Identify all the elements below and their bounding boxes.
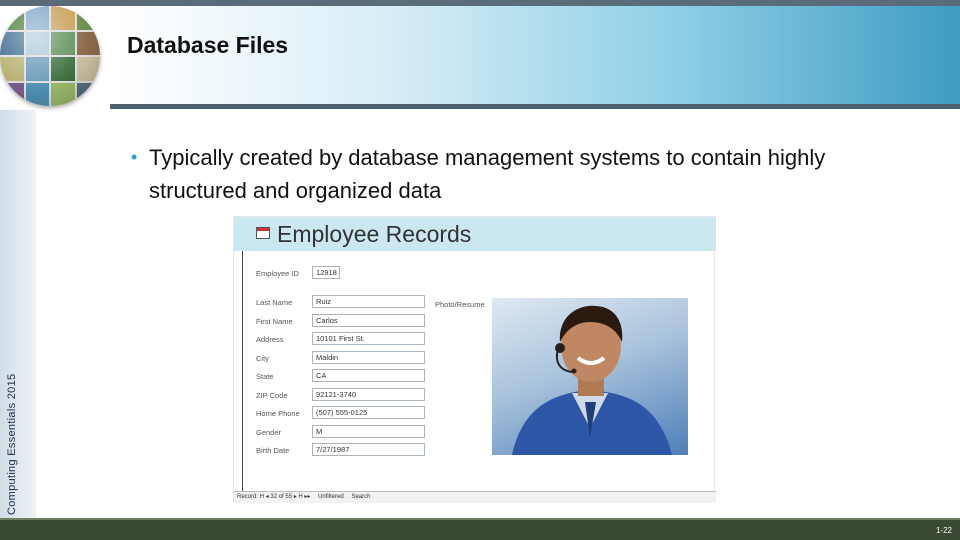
header-rule	[110, 104, 960, 109]
employee-id-field[interactable]: 12918	[312, 266, 340, 279]
form-header: Employee Records	[234, 217, 716, 251]
zip-code-field[interactable]: 92121-3740	[312, 388, 425, 401]
photo-resume-label: Photo/Resume	[435, 300, 485, 309]
form-left-rule	[242, 251, 243, 491]
record-navigation-bar: Record: H ◂ 32 of 55 ▸ H ▸▸ Unfiltered S…	[234, 491, 716, 503]
bullet-text: Typically created by database management…	[149, 145, 826, 203]
gender-label: Gender	[256, 428, 282, 437]
filter-indicator[interactable]: Unfiltered	[318, 494, 344, 500]
last-name-field[interactable]: Ruiz	[312, 295, 425, 308]
first-name-field[interactable]: Carlos	[312, 314, 425, 327]
search-box[interactable]: Search	[351, 494, 370, 500]
last-name-label: Last Name	[256, 298, 293, 307]
form-icon	[256, 227, 270, 239]
home-phone-field[interactable]: (507) 555-0125	[312, 406, 425, 419]
gender-field[interactable]: M	[312, 425, 425, 438]
side-label: Computing Essentials 2015	[6, 373, 18, 515]
city-label: City	[256, 354, 269, 363]
employee-records-form: Employee Records Employee ID 12918 Last …	[233, 216, 716, 503]
record-navigator[interactable]: Record: H ◂ 32 of 55 ▸ H ▸▸	[237, 494, 310, 500]
employee-id-label: Employee ID	[256, 269, 299, 278]
slide-title: Database Files	[127, 32, 289, 58]
globe-logo	[0, 6, 100, 106]
address-label: Address	[256, 335, 284, 344]
city-field[interactable]: Maldin	[312, 351, 425, 364]
person-with-headset-image	[512, 305, 672, 455]
bullet-point: • Typically created by database manageme…	[131, 141, 891, 207]
slide-number: 1-22	[935, 526, 952, 535]
birth-date-label: Birth Date	[256, 446, 290, 455]
first-name-label: First Name	[256, 317, 293, 326]
employee-photo	[492, 298, 688, 455]
bullet-dot-icon: •	[131, 147, 138, 167]
globe-shine	[0, 6, 100, 106]
home-phone-label: Home Phone	[256, 409, 300, 418]
zip-code-label: ZIP Code	[256, 391, 288, 400]
state-label: State	[256, 372, 274, 381]
address-field[interactable]: 10101 First St.	[312, 332, 425, 345]
form-title: Employee Records	[277, 221, 472, 247]
bottom-bar: 1-22	[0, 518, 960, 540]
birth-date-field[interactable]: 7/27/1987	[312, 443, 425, 456]
state-field[interactable]: CA	[312, 369, 425, 382]
